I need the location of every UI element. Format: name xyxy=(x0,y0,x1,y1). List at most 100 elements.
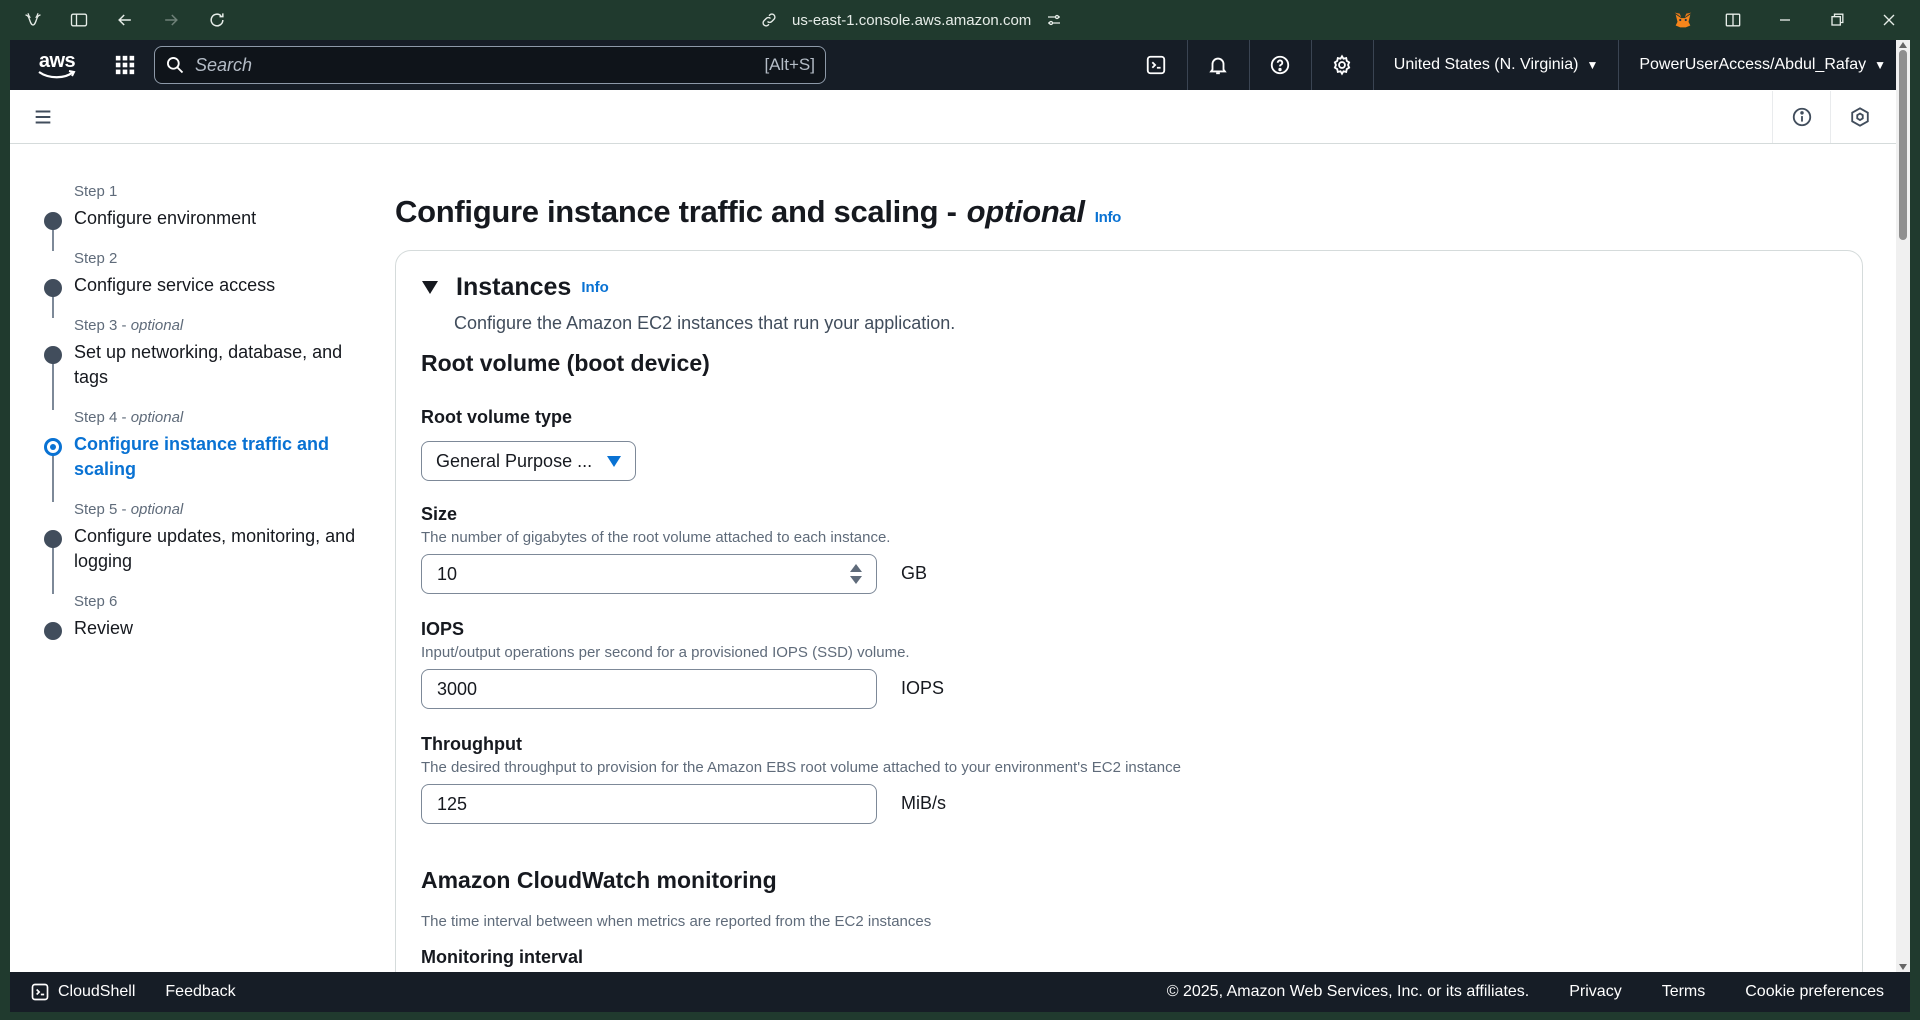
page-scrollbar[interactable] xyxy=(1896,40,1910,972)
terminal-icon xyxy=(1147,55,1166,75)
step-title: Configure instance traffic and scaling xyxy=(74,434,330,479)
page-title-optional: optional xyxy=(966,194,1085,229)
site-settings-icon[interactable] xyxy=(1045,11,1063,29)
step-2[interactable]: Step 2 Configure service access xyxy=(42,249,370,318)
step-5[interactable]: Step 5 - optional Configure updates, mon… xyxy=(42,500,370,594)
step-3[interactable]: Step 3 - optional Set up networking, dat… xyxy=(42,316,370,410)
settings-button[interactable] xyxy=(1312,40,1374,90)
step-dot-icon xyxy=(44,346,62,364)
search-shortcut: [Alt+S] xyxy=(764,55,815,74)
privacy-link[interactable]: Privacy xyxy=(1569,983,1621,1001)
step-dot-icon xyxy=(44,279,62,297)
page-info-link[interactable]: Info xyxy=(1095,209,1122,226)
dropdown-caret-icon xyxy=(607,455,621,467)
expand-toggle-icon[interactable] xyxy=(422,281,438,294)
hamburger-menu-icon[interactable] xyxy=(32,106,54,128)
step-title[interactable]: Review xyxy=(74,616,364,641)
size-label: Size xyxy=(421,504,458,524)
copyright-text: © 2025, Amazon Web Services, Inc. or its… xyxy=(1166,983,1530,1000)
account-menu[interactable]: PowerUserAccess/Abdul_Rafay ▼ xyxy=(1619,40,1896,90)
step-number: Step 4 - optional xyxy=(74,409,184,426)
forward-icon[interactable] xyxy=(158,7,184,33)
number-stepper[interactable] xyxy=(850,564,862,584)
info-icon xyxy=(1792,107,1811,126)
split-view-icon[interactable] xyxy=(1720,7,1746,33)
instances-panel-header[interactable]: Instances Info xyxy=(422,273,609,302)
assistant-button[interactable] xyxy=(1830,90,1888,143)
info-panel-button[interactable] xyxy=(1772,90,1830,143)
step-number: Step 6 xyxy=(74,593,118,610)
instances-panel: Instances Info Configure the Amazon EC2 … xyxy=(395,250,1863,1012)
size-value: 10 xyxy=(437,563,458,584)
root-volume-type-label: Root volume type xyxy=(421,407,573,427)
step-dot-icon xyxy=(44,622,62,640)
search-input[interactable] xyxy=(195,54,765,76)
page-title-text: Configure instance traffic and scaling - xyxy=(395,194,957,229)
aws-logo-text: aws xyxy=(38,49,76,72)
step-6[interactable]: Step 6 Review xyxy=(42,592,370,659)
iops-input[interactable]: 3000 xyxy=(421,669,877,709)
step-number: Step 3 - optional xyxy=(74,317,184,334)
back-icon[interactable] xyxy=(112,7,138,33)
terms-link[interactable]: Terms xyxy=(1662,983,1706,1001)
step-number: Step 1 xyxy=(74,183,118,200)
increment-icon[interactable] xyxy=(850,564,862,572)
step-title[interactable]: Configure updates, monitoring, and loggi… xyxy=(74,524,364,574)
sidebar-toggle-icon[interactable] xyxy=(66,7,92,33)
root-volume-type-value: General Purpose ... xyxy=(436,450,593,471)
size-input[interactable]: 10 xyxy=(421,554,877,594)
cloudwatch-description: The time interval between when metrics a… xyxy=(421,913,932,930)
iops-value: 3000 xyxy=(437,678,478,699)
caret-down-icon: ▼ xyxy=(1874,58,1886,72)
metamask-extension-icon[interactable] xyxy=(1672,9,1694,31)
notifications-button[interactable] xyxy=(1188,40,1250,90)
step-title[interactable]: Configure environment xyxy=(74,206,364,231)
search-box[interactable]: [Alt+S] xyxy=(154,46,826,84)
url-text: us-east-1.console.aws.amazon.com xyxy=(792,11,1032,29)
browser-logo-icon[interactable] xyxy=(20,7,46,33)
iops-description: Input/output operations per second for a… xyxy=(421,644,910,661)
step-number: Step 2 xyxy=(74,250,118,267)
close-icon[interactable] xyxy=(1876,7,1902,33)
sub-toolbar xyxy=(10,90,1910,144)
feedback-link[interactable]: Feedback xyxy=(165,983,235,1001)
cookie-preferences-link[interactable]: Cookie preferences xyxy=(1745,983,1884,1001)
services-menu-icon[interactable] xyxy=(114,54,136,76)
cloudshell-button[interactable] xyxy=(1126,40,1188,90)
bell-icon xyxy=(1209,57,1227,75)
browser-bar: us-east-1.console.aws.amazon.com xyxy=(0,0,1920,40)
scroll-up-icon[interactable] xyxy=(1899,42,1907,48)
root-volume-type-select[interactable]: General Purpose ... xyxy=(421,441,636,481)
throughput-input[interactable]: 125 xyxy=(421,784,877,824)
step-4-current: Step 4 - optional Configure instance tra… xyxy=(42,408,370,502)
restore-icon[interactable] xyxy=(1824,7,1850,33)
step-dot-icon xyxy=(44,212,62,230)
cloudshell-footer-button[interactable]: CloudShell xyxy=(30,982,135,1002)
region-selector[interactable]: United States (N. Virginia) ▼ xyxy=(1374,40,1620,90)
help-button[interactable] xyxy=(1250,40,1312,90)
step-title[interactable]: Configure service access xyxy=(74,273,364,298)
throughput-label: Throughput xyxy=(421,734,522,754)
size-unit: GB xyxy=(901,563,928,583)
step-dot-icon xyxy=(44,530,62,548)
search-icon xyxy=(167,57,184,74)
aws-logo[interactable]: aws xyxy=(30,50,84,80)
aws-smile-icon xyxy=(38,69,76,78)
account-label: PowerUserAccess/Abdul_Rafay xyxy=(1639,56,1867,73)
monitoring-interval-label: Monitoring interval xyxy=(421,947,583,967)
step-current-icon xyxy=(44,438,62,456)
top-navigation: aws [Alt+S] United States (N. Virginia) xyxy=(10,40,1910,90)
cloudwatch-heading: Amazon CloudWatch monitoring xyxy=(421,867,777,893)
wizard-steps: Step 1 Configure environment Step 2 Conf… xyxy=(10,144,370,659)
step-1[interactable]: Step 1 Configure environment xyxy=(42,182,370,251)
scroll-down-icon[interactable] xyxy=(1899,964,1907,970)
decrement-icon[interactable] xyxy=(850,576,862,584)
reload-icon[interactable] xyxy=(204,7,230,33)
panel-info-link[interactable]: Info xyxy=(581,279,609,296)
page-title: Configure instance traffic and scaling -… xyxy=(395,194,1121,230)
scroll-thumb[interactable] xyxy=(1899,50,1907,240)
address-bar[interactable]: us-east-1.console.aws.amazon.com xyxy=(760,8,1063,32)
minimize-icon[interactable] xyxy=(1772,7,1798,33)
step-title[interactable]: Set up networking, database, and tags xyxy=(74,340,364,390)
caret-down-icon: ▼ xyxy=(1586,58,1599,72)
